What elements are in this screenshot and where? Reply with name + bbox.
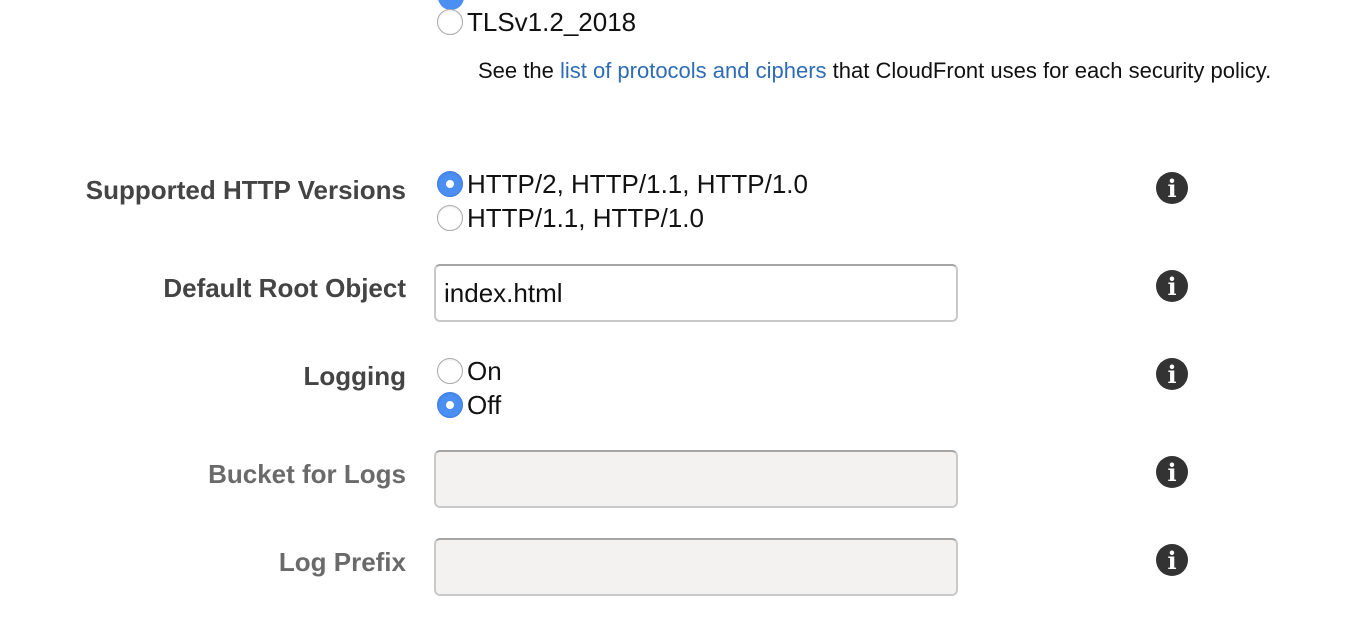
log-prefix-input[interactable] xyxy=(434,538,958,596)
info-icon[interactable]: i xyxy=(1156,270,1188,302)
logging-label: Logging xyxy=(303,361,406,391)
option-label: HTTP/1.1, HTTP/1.0 xyxy=(467,202,704,233)
default-root-object-input[interactable] xyxy=(434,264,958,322)
info-icon[interactable]: i xyxy=(1156,358,1188,390)
bucket-for-logs-input[interactable] xyxy=(434,450,958,508)
radio-button[interactable] xyxy=(437,205,463,231)
logging-option-off[interactable]: Off xyxy=(437,388,501,422)
logging-option-on[interactable]: On xyxy=(437,354,502,388)
http-version-option-http11[interactable]: HTTP/1.1, HTTP/1.0 xyxy=(437,201,704,235)
security-policy-note: See the list of protocols and ciphers th… xyxy=(478,58,1272,83)
info-icon[interactable]: i xyxy=(1156,456,1188,488)
info-icon[interactable]: i xyxy=(1156,544,1188,576)
option-label: HTTP/2, HTTP/1.1, HTTP/1.0 xyxy=(467,168,808,199)
option-label: On xyxy=(467,355,502,386)
info-icon[interactable]: i xyxy=(1156,172,1188,204)
radio-button[interactable] xyxy=(437,392,463,418)
security-policy-option-tlsv1-2-2018[interactable]: TLSv1.2_2018 xyxy=(437,5,636,39)
radio-button[interactable] xyxy=(437,171,463,197)
radio-button[interactable] xyxy=(437,9,463,35)
protocols-ciphers-link[interactable]: list of protocols and ciphers xyxy=(560,58,827,83)
default-root-object-label: Default Root Object xyxy=(163,273,406,303)
http-versions-label: Supported HTTP Versions xyxy=(85,175,406,205)
bucket-for-logs-label: Bucket for Logs xyxy=(208,459,406,489)
log-prefix-label: Log Prefix xyxy=(278,547,406,577)
option-label: Off xyxy=(467,389,502,420)
radio-button[interactable] xyxy=(437,358,463,384)
option-label: TLSv1.2_2018 xyxy=(467,6,637,37)
http-version-option-http2[interactable]: HTTP/2, HTTP/1.1, HTTP/1.0 xyxy=(437,167,808,201)
